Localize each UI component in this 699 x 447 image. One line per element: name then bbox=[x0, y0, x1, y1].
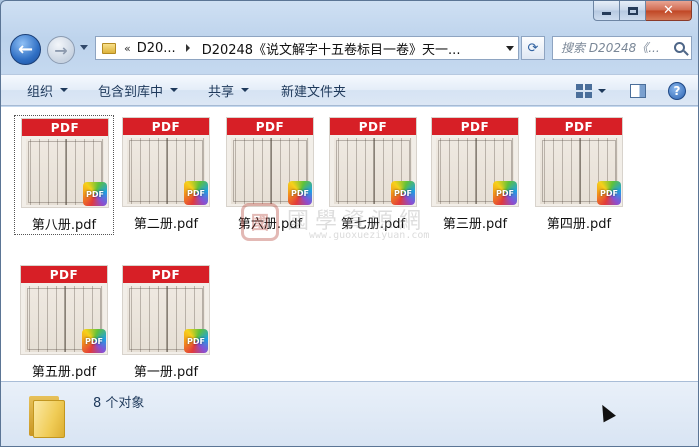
file-item[interactable]: PDF PDF 第一册.pdf bbox=[116, 263, 216, 383]
share-label: 共享 bbox=[208, 84, 235, 100]
file-item[interactable]: PDF PDF 第四册.pdf bbox=[529, 115, 629, 235]
close-icon: ✕ bbox=[663, 3, 674, 18]
file-name: 第八册.pdf bbox=[31, 218, 97, 233]
file-name: 第三册.pdf bbox=[442, 217, 508, 232]
pdf-app-icon: PDF bbox=[82, 329, 106, 353]
view-options-dropdown-icon[interactable] bbox=[598, 89, 606, 93]
include-in-library-menu[interactable]: 包含到库中 bbox=[98, 81, 179, 100]
breadcrumb-current[interactable]: D20248《说文解字十五卷标目一卷》天一... bbox=[202, 39, 492, 58]
file-name: 第二册.pdf bbox=[133, 217, 199, 232]
refresh-icon: ⟳ bbox=[527, 40, 539, 56]
recent-pages-dropdown-icon[interactable] bbox=[80, 45, 88, 50]
share-menu[interactable]: 共享 bbox=[208, 81, 250, 100]
forward-arrow-icon: → bbox=[54, 40, 68, 60]
close-button[interactable]: ✕ bbox=[646, 1, 692, 21]
back-arrow-icon: ← bbox=[17, 39, 34, 60]
file-name: 第七册.pdf bbox=[340, 217, 406, 232]
file-item[interactable]: PDF PDF 第二册.pdf bbox=[116, 115, 216, 235]
organize-menu[interactable]: 组织 bbox=[27, 81, 69, 100]
pdf-app-icon: PDF bbox=[184, 181, 208, 205]
pdf-app-icon: PDF bbox=[391, 181, 415, 205]
maximize-button[interactable] bbox=[620, 1, 646, 21]
mouse-cursor-icon bbox=[596, 401, 616, 423]
pdf-band: PDF bbox=[123, 118, 209, 135]
file-name: 第一册.pdf bbox=[133, 365, 199, 380]
pdf-band: PDF bbox=[330, 118, 416, 135]
preview-pane-icon[interactable] bbox=[630, 84, 646, 98]
breadcrumb-parent[interactable]: D20... bbox=[137, 41, 176, 56]
pdf-app-icon: PDF bbox=[83, 182, 107, 206]
file-item[interactable]: PDF PDF 第七册.pdf bbox=[323, 115, 423, 235]
file-item[interactable]: PDF PDF 第八册.pdf bbox=[14, 115, 114, 235]
pdf-band: PDF bbox=[123, 266, 209, 283]
organize-label: 组织 bbox=[27, 84, 54, 100]
file-name: 第五册.pdf bbox=[31, 365, 97, 380]
file-item[interactable]: PDF PDF 第三册.pdf bbox=[425, 115, 525, 235]
pdf-band: PDF bbox=[432, 118, 518, 135]
search-icon[interactable] bbox=[674, 42, 685, 53]
pdf-app-icon: PDF bbox=[184, 329, 208, 353]
back-button[interactable]: ← bbox=[10, 34, 41, 65]
pdf-app-icon: PDF bbox=[597, 181, 621, 205]
chevron-down-icon bbox=[60, 88, 69, 92]
address-dropdown-icon[interactable] bbox=[506, 46, 514, 51]
help-icon[interactable]: ? bbox=[668, 82, 686, 100]
command-bar: 组织 包含到库中 共享 新建文件夹 ? bbox=[1, 74, 698, 106]
file-item[interactable]: PDF PDF 第六册.pdf bbox=[220, 115, 320, 235]
overflow-chevron[interactable]: « bbox=[124, 42, 131, 55]
new-folder-label: 新建文件夹 bbox=[281, 84, 347, 100]
file-name: 第四册.pdf bbox=[546, 217, 612, 232]
explorer-window: ✕ ← → « D20... D20248《说文解字十五卷标目一卷》天一... … bbox=[0, 0, 699, 447]
pdf-app-icon: PDF bbox=[493, 181, 517, 205]
new-folder-button[interactable]: 新建文件夹 bbox=[281, 81, 346, 100]
search-input[interactable] bbox=[561, 41, 665, 55]
chevron-down-icon bbox=[241, 88, 250, 92]
pdf-band: PDF bbox=[536, 118, 622, 135]
details-pane: 8 个对象 bbox=[1, 381, 698, 446]
file-list: PDF PDF 第八册.pdf PDF PDF 第二册.pdf PDF PDF … bbox=[1, 107, 698, 383]
minimize-button[interactable] bbox=[593, 1, 620, 21]
refresh-button[interactable]: ⟳ bbox=[521, 36, 545, 60]
pdf-band: PDF bbox=[21, 266, 107, 283]
address-bar[interactable]: « D20... D20248《说文解字十五卷标目一卷》天一... bbox=[95, 36, 519, 60]
breadcrumb-separator-icon[interactable] bbox=[185, 44, 190, 52]
pdf-band: PDF bbox=[227, 118, 313, 135]
caption-buttons: ✕ bbox=[593, 1, 692, 21]
include-in-library-label: 包含到库中 bbox=[98, 84, 164, 100]
folder-icon bbox=[102, 42, 116, 54]
search-box[interactable] bbox=[552, 36, 692, 60]
pdf-app-icon: PDF bbox=[288, 181, 312, 205]
change-view-icon[interactable] bbox=[576, 84, 592, 98]
minimize-icon bbox=[602, 12, 611, 15]
file-name: 第六册.pdf bbox=[237, 217, 303, 232]
pdf-band: PDF bbox=[22, 119, 108, 136]
maximize-icon bbox=[627, 6, 638, 15]
forward-button[interactable]: → bbox=[47, 36, 75, 64]
item-count: 8 个对象 bbox=[93, 396, 145, 411]
navigation-bar: ← → « D20... D20248《说文解字十五卷标目一卷》天一... ⟳ bbox=[1, 31, 698, 67]
folder-icon bbox=[27, 392, 71, 438]
file-item[interactable]: PDF PDF 第五册.pdf bbox=[14, 263, 114, 383]
toolbar-right-group: ? bbox=[576, 75, 698, 107]
chevron-down-icon bbox=[170, 88, 179, 92]
